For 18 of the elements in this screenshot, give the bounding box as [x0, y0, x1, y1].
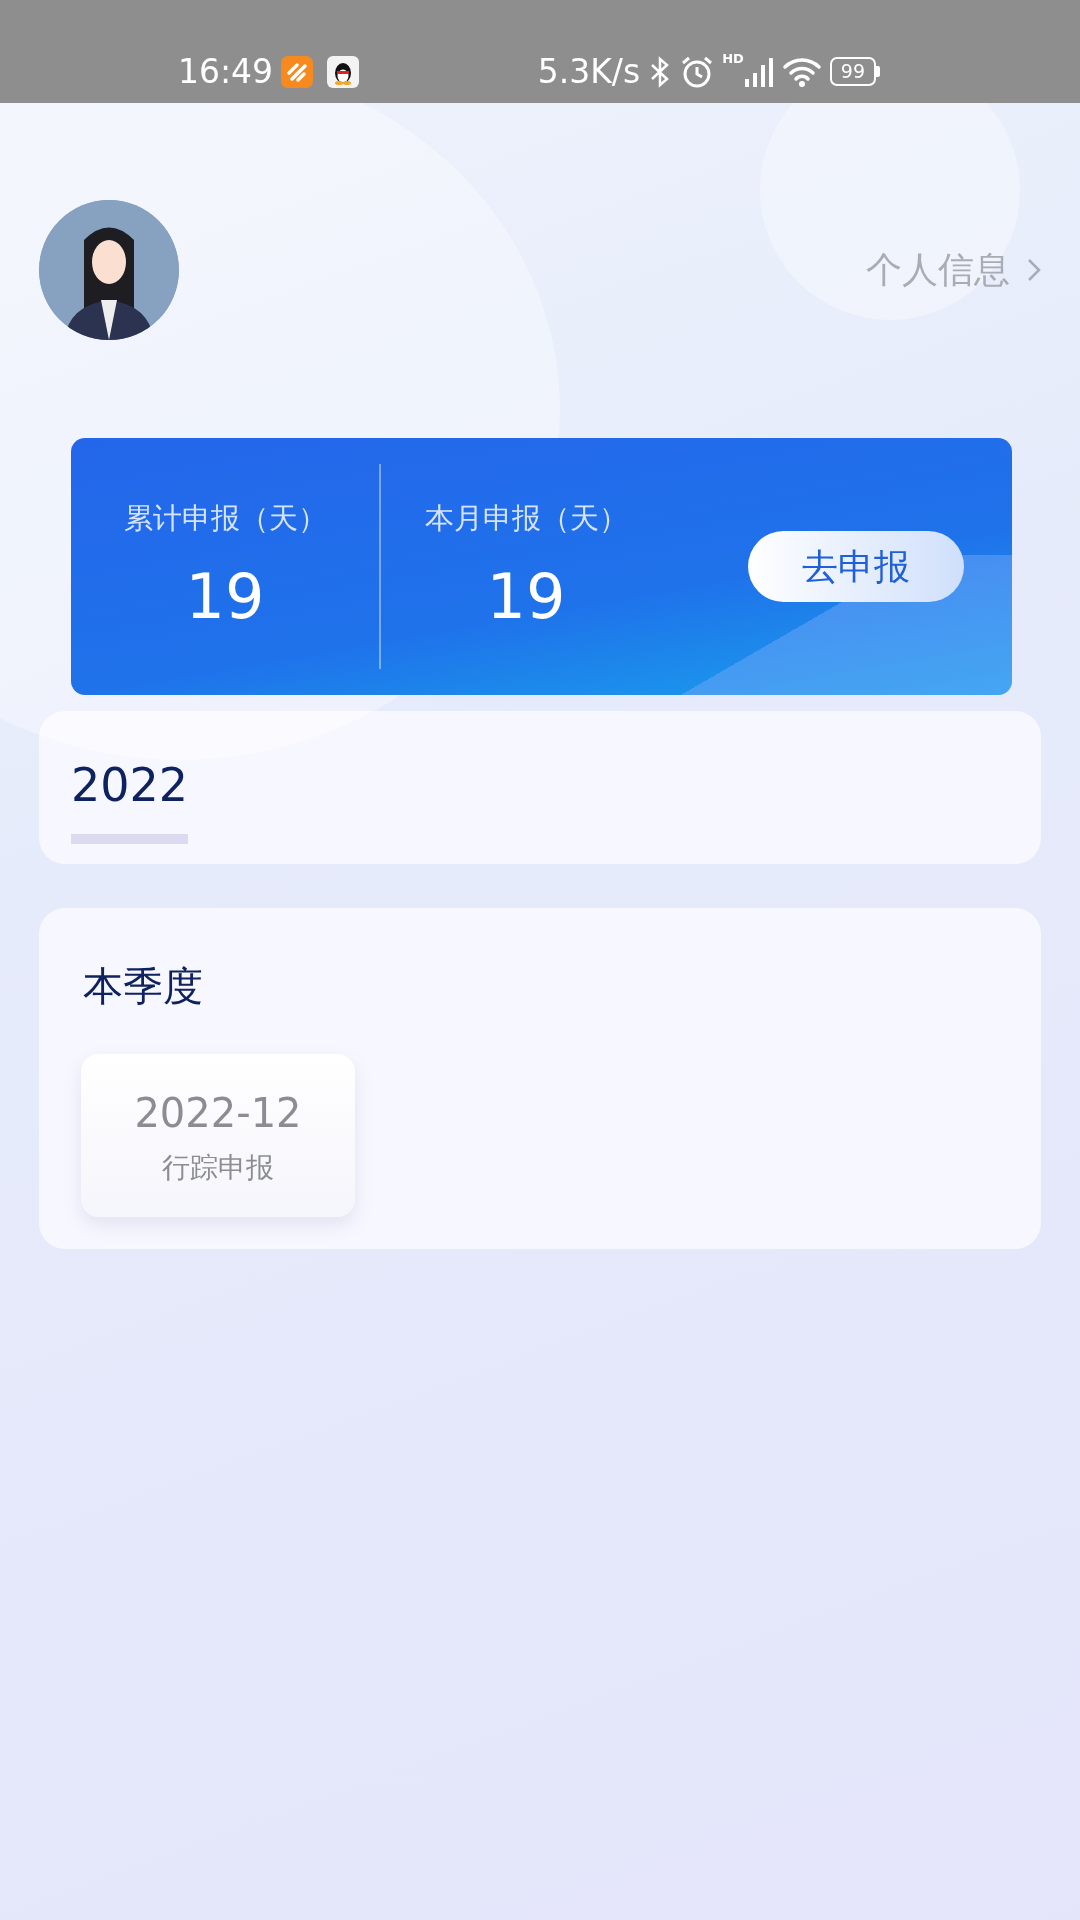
- report-tile[interactable]: 2022-12 行踪申报: [81, 1054, 355, 1217]
- stat-value: 19: [185, 566, 265, 629]
- report-button[interactable]: 去申报: [748, 531, 964, 602]
- tile-month: 2022-12: [134, 1088, 302, 1138]
- penguin-icon: [327, 55, 360, 88]
- app-icon: [281, 55, 314, 88]
- clock: 16:49: [178, 50, 274, 93]
- wifi-icon: [781, 55, 822, 88]
- alarm-icon: [680, 54, 715, 89]
- tile-label: 行踪申报: [162, 1149, 274, 1186]
- signal-icon: [743, 56, 774, 87]
- section-title: 本季度: [83, 962, 204, 1011]
- stat-value: 19: [486, 566, 566, 629]
- stat-label: 累计申报（天）: [123, 499, 327, 537]
- stat-label: 本月申报（天）: [424, 499, 628, 537]
- hd-label: HD: [722, 49, 744, 68]
- year-tab[interactable]: 2022: [71, 751, 189, 844]
- network-speed: 5.3K/s: [537, 50, 641, 93]
